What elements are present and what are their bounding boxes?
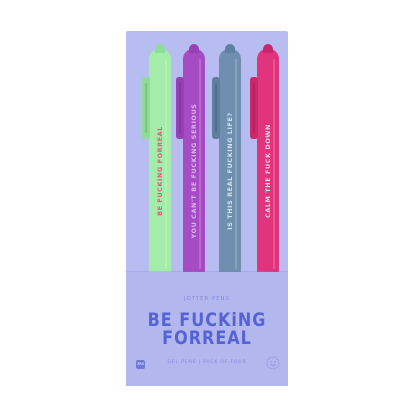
- pen-tip: [263, 44, 273, 53]
- pen-label: BE FUCKING FORREAL: [156, 126, 164, 216]
- pen-tip: [155, 44, 165, 53]
- pen-label: CALM THE FUCK DOWN: [264, 124, 272, 218]
- pen-clip: [142, 77, 150, 139]
- pen-blue: IS THIS REAL FUCKING LIFE?: [212, 44, 241, 280]
- pen-highlight: [165, 59, 167, 269]
- pen-clip: [176, 77, 184, 139]
- pen-label: IS THIS REAL FUCKING LIFE?: [226, 112, 234, 230]
- pen-purple: YOU CAN'T BE FUCKING SERIOUS: [176, 44, 205, 280]
- pen-highlight: [273, 59, 275, 269]
- pen-highlight: [199, 59, 201, 269]
- pen-highlight: [235, 59, 237, 269]
- product-subline: GEL PENS | PACK OF FOUR: [167, 360, 247, 365]
- pen-clip: [212, 77, 220, 139]
- packaging-sleeve: JOTTER PENS BE FUCKiNG FORREAL 3RS GEL P…: [126, 272, 288, 386]
- pen-tip: [189, 44, 199, 53]
- pen-tip: [225, 44, 235, 53]
- headline-line-2: FORREAL: [162, 326, 252, 349]
- pen-pink: CALM THE FUCK DOWN: [250, 44, 279, 280]
- product-photo: BE FUCKING FORREAL YOU CAN'T BE FUCKING …: [0, 0, 416, 416]
- smiley-icon: [266, 356, 280, 370]
- pen-clip: [250, 77, 258, 139]
- pen-label: YOU CAN'T BE FUCKING SERIOUS: [190, 103, 198, 239]
- pen-green: BE FUCKING FORREAL: [142, 44, 171, 280]
- brand-name: JOTTER PENS: [184, 296, 230, 302]
